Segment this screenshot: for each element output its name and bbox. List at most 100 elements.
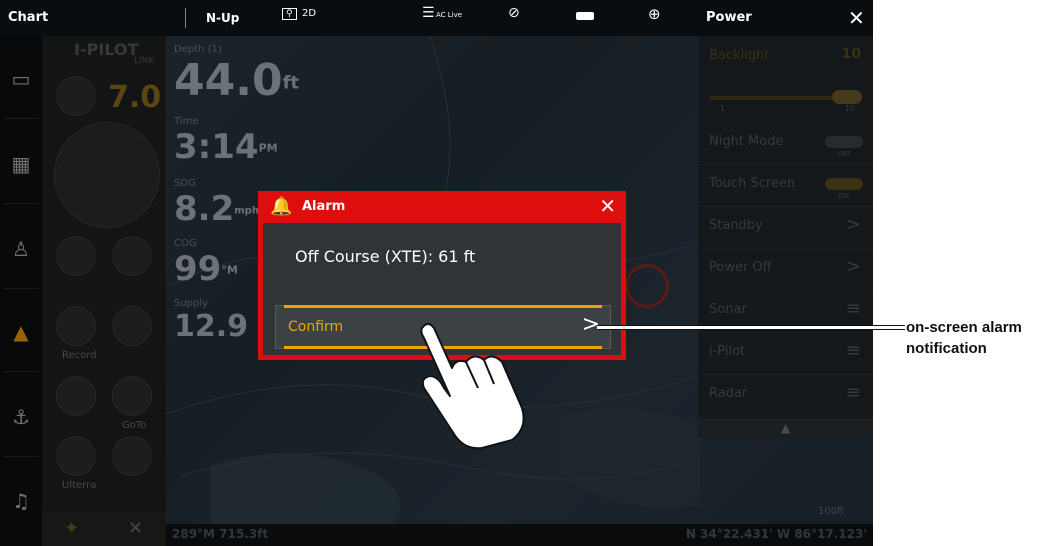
- top-bar: Chart N-Up ⚲ 2D ☰ AC Live ⊘ ⊕ Power ✕: [0, 0, 873, 36]
- bell-icon: 🔔: [270, 196, 293, 217]
- ac-live-label[interactable]: AC Live: [436, 11, 462, 19]
- depth-readout: Depth (1) 44.0ft: [174, 44, 299, 106]
- time-label: Time: [174, 116, 199, 127]
- pin-icon[interactable]: ✦: [64, 518, 79, 539]
- divider: [4, 371, 38, 372]
- sog-readout: SOG 8.2mph: [174, 178, 259, 229]
- close-panel-icon[interactable]: ✕: [848, 0, 865, 36]
- left-toolbar: ▭ ▦ ♙ ▲ ⚓ ♫: [0, 36, 42, 546]
- night-mode-state: OFF: [837, 150, 851, 158]
- navigation-icon[interactable]: ▲: [8, 319, 34, 345]
- chart-screen: ▭ ▦ ♙ ▲ ⚓ ♫ I-PILOT LINK 7.0 Record GoTo…: [0, 0, 873, 546]
- close-icon[interactable]: ✕: [128, 518, 143, 539]
- power-off-label: Power Off: [709, 260, 772, 275]
- steering-dial[interactable]: [54, 122, 160, 228]
- slider-thumb[interactable]: [832, 90, 862, 104]
- battery-icon[interactable]: [576, 12, 594, 20]
- time-readout: Time 3:14PM: [174, 116, 278, 167]
- depth-value: 44.0: [174, 55, 283, 106]
- ipilot-logo: I-PILOT: [74, 40, 139, 59]
- ipilot-label: i-Pilot: [709, 344, 746, 359]
- menu-icon: ≡: [845, 382, 861, 403]
- sog-unit: mph: [234, 205, 259, 217]
- pilot-footer: ✦ ✕: [42, 512, 166, 546]
- touch-screen-row[interactable]: Touch Screen ON: [698, 164, 873, 207]
- touch-screen-state: ON: [838, 192, 849, 200]
- slider-max: 10: [844, 104, 855, 113]
- time-value: 3:14: [174, 127, 259, 167]
- sog-label: SOG: [174, 178, 196, 189]
- ipilot-panel: I-PILOT LINK 7.0 Record GoTo Ulterra ✦ ✕: [42, 36, 166, 546]
- callout-line-2: notification: [906, 340, 987, 357]
- slider-min: 1: [720, 104, 726, 113]
- map-pin-icon[interactable]: ⚲: [282, 8, 297, 20]
- backlight-label: Backlight: [709, 48, 770, 63]
- alarm-close-icon[interactable]: ✕: [599, 194, 616, 218]
- backlight-slider[interactable]: [710, 90, 862, 104]
- tracks-button[interactable]: [112, 306, 152, 346]
- alarm-message: Off Course (XTE): 61 ft: [295, 247, 476, 266]
- power-panel: Backlight 10 1 10 Night Mode OFF Touch S…: [698, 36, 873, 438]
- cog-value: 99: [174, 249, 222, 289]
- speed-value: 7.0: [108, 80, 162, 115]
- depth-unit: ft: [282, 72, 299, 94]
- standby-row[interactable]: Standby >: [698, 206, 873, 249]
- divider: [4, 288, 38, 289]
- spot-lock-button[interactable]: [56, 236, 96, 276]
- touch-screen-toggle[interactable]: [825, 178, 863, 190]
- window-icon[interactable]: ▭: [8, 66, 34, 92]
- crosshair-icon[interactable]: ⊕: [648, 5, 661, 23]
- supply-readout: Supply 12.9: [174, 298, 248, 344]
- compass-icon[interactable]: ⊘: [508, 5, 520, 21]
- divider: [185, 8, 186, 28]
- person-icon[interactable]: ♙: [8, 236, 34, 262]
- sliders-icon[interactable]: ☰: [422, 5, 435, 21]
- alarm-title: Alarm: [302, 199, 346, 214]
- night-mode-toggle[interactable]: [825, 136, 863, 148]
- touch-screen-label: Touch Screen: [709, 176, 796, 191]
- record-label: Record: [62, 350, 97, 361]
- heading-lock-button[interactable]: [112, 236, 152, 276]
- record-button[interactable]: [56, 306, 96, 346]
- divider: [4, 456, 38, 457]
- menu-icon: ≡: [845, 340, 861, 361]
- panel-title: Power: [706, 10, 752, 25]
- anchor-button[interactable]: [56, 376, 96, 416]
- radar-label: Radar: [709, 386, 748, 401]
- music-icon[interactable]: ♫: [8, 488, 34, 514]
- goto-label: GoTo: [122, 420, 147, 431]
- callout-label: on-screen alarm notification: [906, 317, 1058, 359]
- radar-row[interactable]: Radar ≡: [698, 374, 873, 417]
- goto-button[interactable]: [112, 376, 152, 416]
- night-mode-row[interactable]: Night Mode OFF: [698, 122, 873, 165]
- position-readout: N 34°22.431' W 86°17.123': [685, 527, 867, 541]
- power-off-row[interactable]: Power Off >: [698, 248, 873, 291]
- sog-value: 8.2: [174, 189, 235, 229]
- supply-label: Supply: [174, 298, 209, 309]
- depth-label: Depth (1): [174, 44, 222, 55]
- chevron-right-icon: >: [845, 256, 861, 277]
- divider: [4, 118, 38, 119]
- collapse-up-icon[interactable]: ▲: [698, 418, 873, 438]
- chevron-right-icon: >: [845, 214, 861, 235]
- calendar-icon[interactable]: ▦: [8, 151, 34, 177]
- trolling-motor-icon[interactable]: ⚓: [8, 404, 34, 430]
- trim-button[interactable]: [112, 436, 152, 476]
- cog-label: COG: [174, 238, 197, 249]
- speed-button[interactable]: [56, 76, 96, 116]
- standby-label: Standby: [709, 218, 763, 233]
- ulterra-button[interactable]: [56, 436, 96, 476]
- pointing-hand-icon: [420, 323, 525, 450]
- ulterra-label: Ulterra: [62, 480, 97, 491]
- menu-icon: ≡: [845, 298, 861, 319]
- heading-readout: 289°M 715.3ft: [172, 527, 269, 541]
- view-mode-label[interactable]: 2D: [302, 8, 316, 19]
- orientation-button[interactable]: N-Up: [206, 0, 239, 36]
- boat-icon[interactable]: [625, 264, 669, 308]
- confirm-label: Confirm: [288, 319, 344, 335]
- divider: [4, 203, 38, 204]
- ipilot-row[interactable]: i-Pilot ≡: [698, 332, 873, 375]
- night-mode-label: Night Mode: [709, 134, 784, 149]
- callout-line-1: on-screen alarm: [906, 319, 1022, 336]
- cog-readout: COG 99°M: [174, 238, 238, 289]
